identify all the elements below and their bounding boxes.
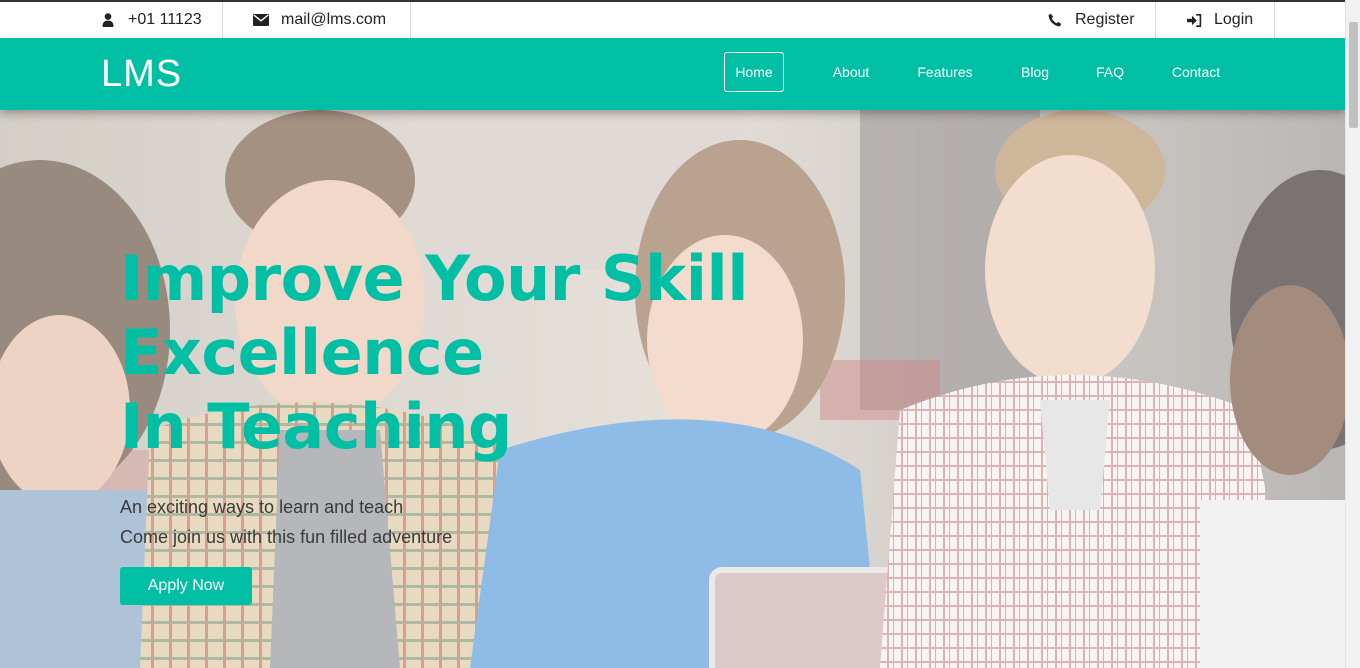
- divider: [410, 2, 411, 38]
- headline-line-1: Improve Your Skill: [120, 242, 749, 315]
- phone-contact: +01 11123: [100, 2, 202, 38]
- headline-line-2: Excellence: [120, 316, 484, 389]
- subtext-line-2: Come join us with this fun filled advent…: [120, 527, 453, 547]
- divider: [222, 2, 223, 38]
- nav-blog[interactable]: Blog: [1010, 52, 1060, 92]
- top-info-bar: +01 11123 mail@lms.com Register Login: [0, 0, 1345, 38]
- register-link[interactable]: Register: [1047, 2, 1135, 38]
- nav-contact[interactable]: Contact: [1160, 52, 1232, 92]
- scrollbar-thumb[interactable]: [1349, 22, 1358, 128]
- brand-logo[interactable]: LMS: [101, 53, 182, 96]
- envelope-icon: [253, 12, 269, 28]
- page-scrollbar[interactable]: [1345, 0, 1360, 668]
- sign-in-icon: [1186, 12, 1202, 28]
- nav-faq[interactable]: FAQ: [1088, 52, 1132, 92]
- phone-icon: [1047, 12, 1063, 28]
- nav-about[interactable]: About: [820, 52, 882, 92]
- email-address: mail@lms.com: [281, 11, 387, 28]
- apply-now-button[interactable]: Apply Now: [120, 567, 252, 605]
- divider: [1155, 2, 1156, 38]
- main-navbar: LMS Home About Features Blog FAQ Contact: [0, 38, 1345, 110]
- headline-line-3: In Teaching: [120, 390, 512, 463]
- login-link[interactable]: Login: [1186, 2, 1253, 38]
- divider: [1274, 2, 1275, 38]
- hero-banner: Improve Your Skill Excellence In Teachin…: [0, 110, 1345, 668]
- nav-features[interactable]: Features: [908, 52, 982, 92]
- email-contact[interactable]: mail@lms.com: [253, 2, 386, 38]
- hero-headline: Improve Your Skill Excellence In Teachin…: [120, 242, 749, 464]
- nav-home[interactable]: Home: [724, 52, 784, 92]
- login-label: Login: [1214, 11, 1254, 28]
- user-icon: [100, 12, 116, 28]
- phone-number: +01 11123: [128, 11, 202, 28]
- subtext-line-1: An exciting ways to learn and teach: [120, 497, 404, 517]
- page: +01 11123 mail@lms.com Register Login LM…: [0, 0, 1360, 668]
- hero-subtext: An exciting ways to learn and teach Come…: [120, 492, 452, 552]
- register-label: Register: [1075, 11, 1135, 28]
